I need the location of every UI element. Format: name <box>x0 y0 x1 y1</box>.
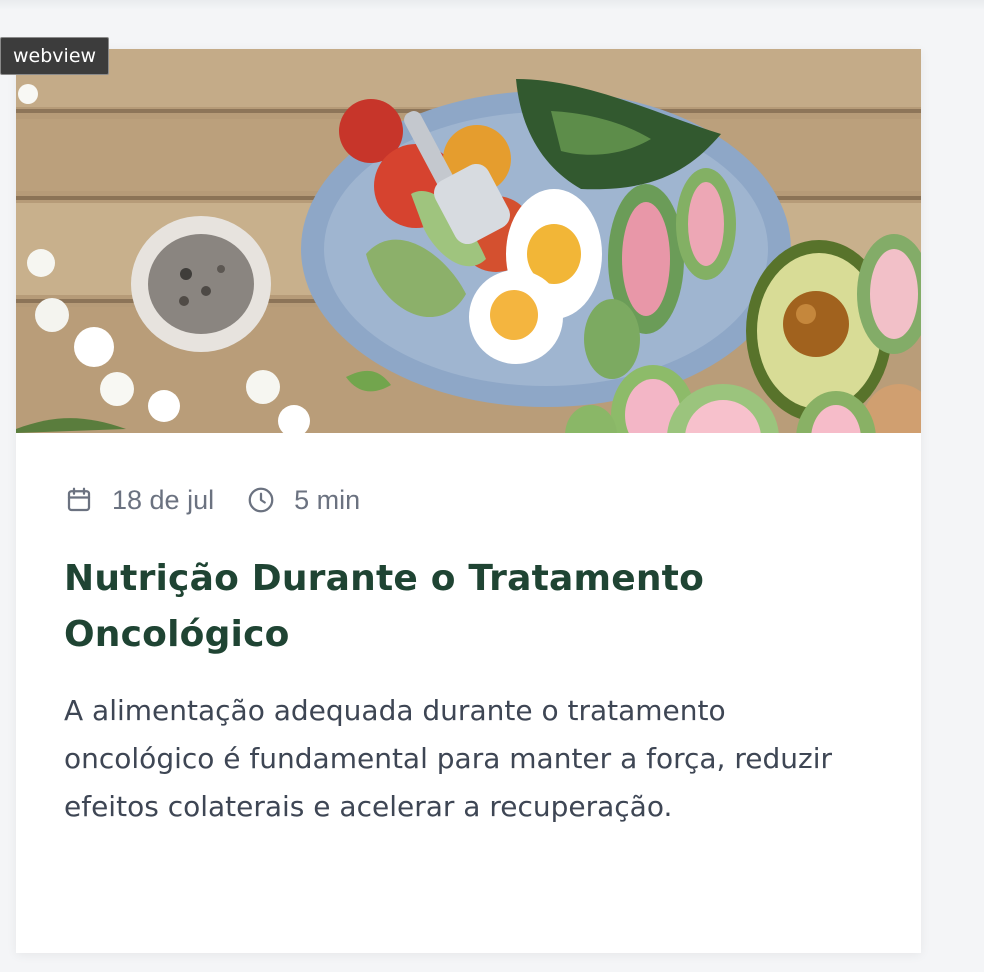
article-content: 18 de jul 5 min Nutrição Durante o Trata… <box>64 483 884 831</box>
article-excerpt: A alimentação adequada durante o tratame… <box>64 694 832 823</box>
read-time-text: 5 min <box>294 484 361 515</box>
previous-card-edge <box>0 0 984 10</box>
publish-date-text: 18 de jul <box>112 484 215 515</box>
article-title[interactable]: Nutrição Durante o Tratamento Oncológico <box>64 551 884 663</box>
page: webview 18 de jul 5 min Nutrição Durante… <box>0 0 984 972</box>
publish-date: 18 de jul <box>64 485 214 516</box>
food-photo <box>16 49 921 433</box>
article-meta: 18 de jul 5 min <box>64 483 884 517</box>
webview-badge: webview <box>0 37 110 75</box>
article-image[interactable] <box>16 49 921 433</box>
article-card[interactable]: 18 de jul 5 min Nutrição Durante o Trata… <box>16 49 921 953</box>
calendar-icon <box>64 485 94 515</box>
read-time: 5 min <box>246 485 360 516</box>
clock-icon <box>246 485 276 515</box>
